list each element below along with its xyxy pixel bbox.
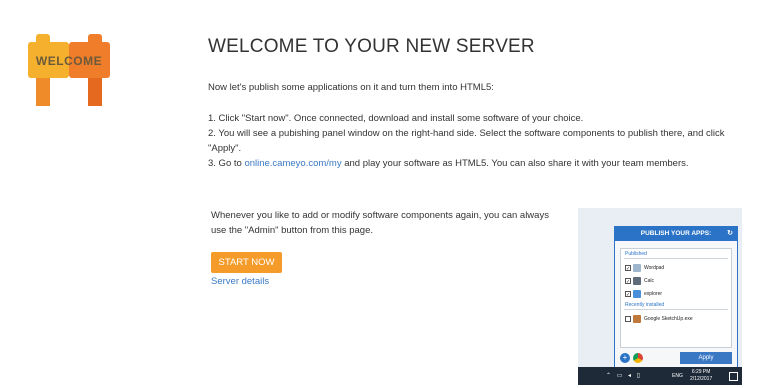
windows-taskbar: ⌃ ▭ ◂ ▯ ENG 6:29 PM 2/12/2017 — [578, 367, 742, 385]
clock-time: 6:29 PM — [691, 369, 711, 375]
clock: 6:29 PM 2/12/2017 — [690, 369, 712, 382]
language-indicator: ENG — [672, 373, 683, 379]
explorer-icon — [633, 289, 641, 298]
instruction-steps: 1. Click "Start now". Once connected, do… — [208, 111, 748, 171]
refresh-icon: ↻ — [727, 230, 733, 237]
svg-text:WELCOME: WELCOME — [36, 54, 102, 68]
recent-section-label: Recently installed — [625, 302, 665, 308]
page-title: WELCOME TO YOUR NEW SERVER — [208, 36, 535, 57]
list-item: ✓ Calc — [621, 274, 731, 287]
welcome-sign-logo: WELCOME — [28, 34, 110, 106]
sketchup-icon — [633, 314, 641, 323]
list-item-label: Wordpad — [644, 264, 665, 271]
panel-bottom-icons: + — [620, 353, 643, 363]
list-item: ✓ Wordpad — [621, 261, 731, 274]
divider — [624, 258, 728, 259]
panel-header: PUBLISH YOUR APPS: ↻ — [615, 227, 737, 241]
publish-panel-preview-image: PUBLISH YOUR APPS: ↻ Published ✓ Wordpad… — [578, 208, 742, 385]
list-item: Google SketchUp.exe — [621, 312, 731, 325]
tray-icons: ⌃ ▭ ◂ ▯ — [606, 373, 643, 379]
published-section-label: Published — [625, 251, 647, 257]
step-1: 1. Click "Start now". Once connected, do… — [208, 113, 584, 124]
list-item-label: Calc — [644, 277, 655, 284]
panel-title: PUBLISH YOUR APPS: — [640, 230, 712, 237]
calculator-icon — [633, 276, 641, 285]
divider — [624, 309, 728, 310]
cameyo-online-link[interactable]: online.cameyo.com/my — [244, 158, 341, 169]
notification-icon — [729, 372, 738, 381]
checkbox-checked-icon: ✓ — [625, 264, 631, 272]
step-3-suffix: and play your software as HTML5. You can… — [341, 158, 689, 169]
admin-note: Whenever you like to add or modify softw… — [211, 210, 549, 236]
add-icon: + — [620, 353, 630, 363]
server-details-link[interactable]: Server details — [211, 276, 269, 287]
start-now-button[interactable]: START NOW — [211, 252, 282, 273]
wordpad-icon — [633, 263, 641, 272]
step-3: 3. Go to online.cameyo.com/my and play y… — [208, 156, 748, 171]
step-3-prefix: 3. Go to — [208, 158, 245, 169]
list-item: ✓ explorer — [621, 287, 731, 300]
intro-text: Now let's publish some applications on i… — [208, 82, 494, 93]
apply-button: Apply — [680, 352, 732, 364]
step-2: 2. You will see a pubishing panel window… — [208, 128, 725, 154]
chrome-icon — [633, 353, 643, 363]
clock-date: 2/12/2017 — [690, 375, 713, 382]
publish-panel: PUBLISH YOUR APPS: ↻ Published ✓ Wordpad… — [614, 226, 738, 370]
list-item-label: explorer — [644, 290, 663, 297]
apps-list: Published ✓ Wordpad ✓ Calc ✓ explorer Re… — [620, 248, 732, 348]
checkbox-checked-icon: ✓ — [625, 277, 631, 285]
checkbox-empty-icon — [625, 315, 631, 322]
list-item-label: Google SketchUp.exe — [644, 315, 693, 322]
checkbox-checked-icon: ✓ — [625, 290, 631, 298]
